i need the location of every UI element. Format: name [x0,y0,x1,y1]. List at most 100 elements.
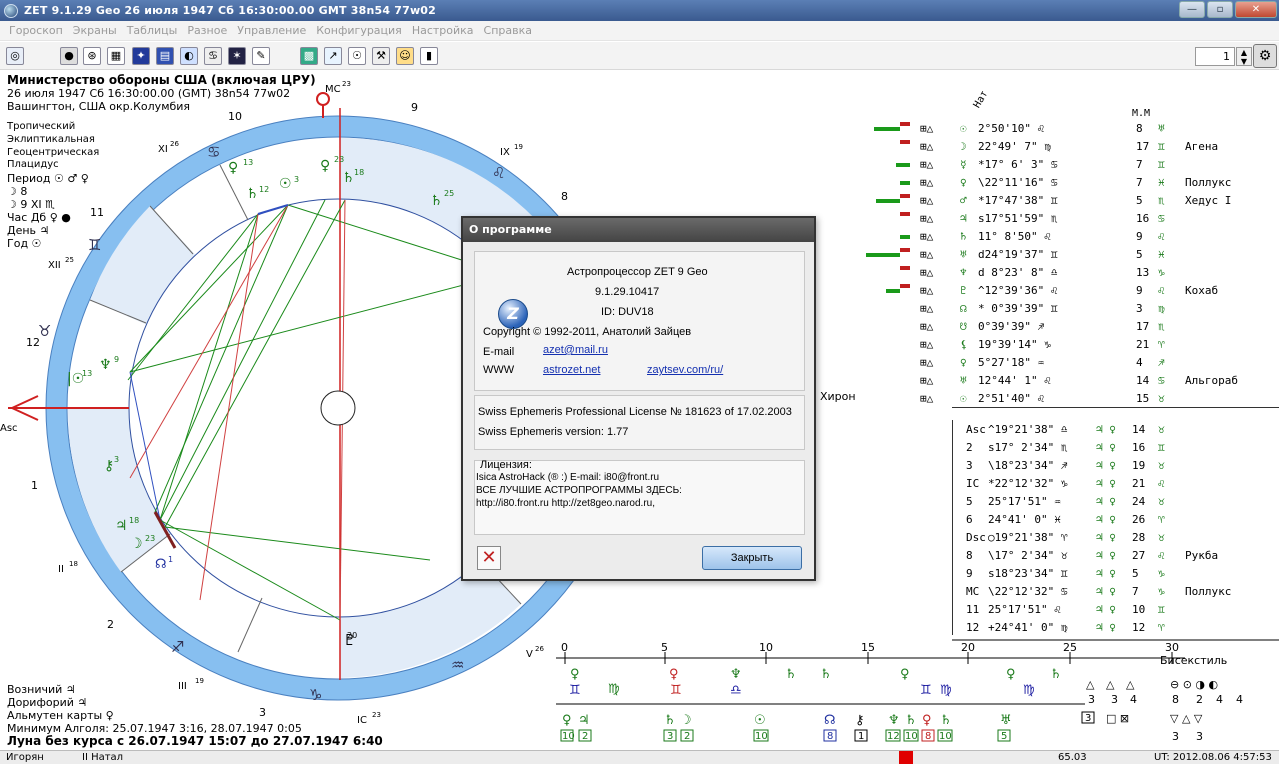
weakness-bar [900,266,910,270]
minimize-button[interactable]: — [1179,1,1205,18]
aspects-icon[interactable]: ✶ [228,47,246,65]
table-icon[interactable]: ▤ [156,47,174,65]
page-number-field[interactable]: 1 [1195,47,1235,66]
page-spinner[interactable]: ▲ ▼ [1236,47,1252,66]
svg-text:☊: ☊ [824,713,836,728]
planet-row[interactable]: ⊞△ ♇ ^12°39'36" ♌ 9 ♌ Кохаб [860,282,1279,300]
house-row[interactable]: MC \22°12'32" ♋ ♃ ♀ 7 ♑ Поллукс [860,583,1279,601]
tl-num-12: 5 [1001,731,1007,742]
email-link[interactable]: azet@mail.ru [543,344,608,356]
planet-row[interactable]: ⊞△ ♃ s17°51'59" ♏ 16 ♋ [860,210,1279,228]
tl-num-7: 1 [858,731,864,742]
strength-bar [876,199,900,203]
menu-misc[interactable]: Разное [182,24,232,37]
menu-screens[interactable]: Экраны [68,24,122,37]
svg-text:♀: ♀ [228,160,238,176]
transit-icon[interactable]: ◐ [180,47,198,65]
planet-row[interactable]: ⊞△ ☉ 2°51'40" ♌ 15 ♉ [860,390,1279,408]
planet-row[interactable]: ⊞△ ♄ 11° 8'50" ♌ 9 ♌ [860,228,1279,246]
menu-help[interactable]: Справка [479,24,537,37]
svg-text:XI: XI [158,144,168,155]
menu-configuration[interactable]: Конфигурация [311,24,407,37]
house-row[interactable]: 9 s18°23'34" ♊ ♃ ♀ 5 ♑ [860,565,1279,583]
house-row[interactable]: 2 s17° 2'34" ♏ ♃ ♀ 16 ♊ [860,439,1279,457]
chart2-icon[interactable]: ↗ [324,47,342,65]
planet-row[interactable]: ⊞△ ☋ 0°39'39" ♐ 17 ♏ [860,318,1279,336]
close-window-button[interactable]: ✕ [1235,1,1277,18]
weakness-bar [900,140,910,144]
planet-row[interactable]: ⊞△ ♀ 5°27'18" ♒ 4 ♐ [860,354,1279,372]
status-indicator [899,751,913,764]
cancel-x-icon[interactable]: ✕ [477,546,501,570]
website-link[interactable]: astrozet.net [543,364,600,376]
planet-row[interactable]: ⊞△ ♅ d24°19'37" ♊ 5 ♓ [860,246,1279,264]
house-rulers: ♃ ♀ [1096,477,1116,490]
house-row[interactable]: 8 \17° 2'34" ♉ ♃ ♀ 27 ♌ Рукба [860,547,1279,565]
svg-text:♀: ♀ [669,667,679,682]
planet-symbol: ♀ [960,176,967,189]
planet-row[interactable]: ⊞△ ♅ 12°44' 1" ♌ 14 ♋ Альгораб [860,372,1279,390]
planet-symbol: ♆ [960,266,967,279]
planet-row[interactable]: ⊞△ ☿ *17° 6' 3" ♋ 7 ♊ [860,156,1279,174]
house-mark: ♌ [1158,477,1165,490]
status-user: Игорян [6,752,44,763]
house-row[interactable]: 12 +24°41' 0" ♍ ♃ ♀ 12 ♈ [860,619,1279,637]
strength-bar [874,127,900,131]
status-chart: II Натал [82,752,124,763]
planet-row[interactable]: ⊞△ ⚸ 19°39'14" ♑ 21 ♈ [860,336,1279,354]
licensee-line: Isica AstroHack (® :) E-mail: i80@front.… [476,472,660,483]
house-label: 11 [966,603,980,616]
planet-row[interactable]: ⊞△ ♆ d 8°23' 8" ♎ 13 ♑ [860,264,1279,282]
aspect-timeline[interactable]: 0 5 10 15 20 25 30 Бисекстиль ♀♍♀ ♆ ♄ ♄ ♀ ♀… [555,638,1279,748]
planet-row[interactable]: ⊞△ ♀ \22°11'16" ♋ 7 ♓ Поллукс [860,174,1279,192]
license-panel: Swiss Ephemeris Professional License № 1… [474,395,805,450]
svg-text:♉: ♉ [38,322,51,340]
natal-header: Нат [971,88,991,111]
svg-text:♄: ♄ [342,170,355,186]
svg-text:♍: ♍ [608,682,620,697]
close-button[interactable]: Закрыть [702,546,802,570]
grid-icon[interactable]: ▦ [107,47,125,65]
house-row[interactable]: 5 25°17'51" ♒ ♃ ♀ 24 ♉ [860,493,1279,511]
tools-icon[interactable]: ⚒ [372,47,390,65]
house-row[interactable]: Dsc ○19°21'38" ♈ ♃ ♀ 28 ♉ [860,529,1279,547]
house-rulers: ♃ ♀ [1096,585,1116,598]
aspect-marks: ⊞△ [920,194,934,207]
menu-horoscope[interactable]: Гороскоп [4,24,68,37]
aspect-grid-icon[interactable]: ▩ [300,47,318,65]
svg-text:♅: ♅ [1000,713,1012,728]
tl-num-13: 3 [1085,713,1091,724]
settings-gear-icon[interactable]: ⚙ [1253,44,1277,68]
planet-mark: ♍ [1158,302,1165,315]
planet-row[interactable]: ⊞△ ☊ * 0°39'39" ♊ 3 ♍ [860,300,1279,318]
tl-r9: 3 [1196,730,1203,743]
house-row[interactable]: 3 \18°23'34" ♐ ♃ ♀ 19 ♉ [860,457,1279,475]
planet-position: 2°51'40" ♌ [978,392,1045,405]
planet-symbol: ♇ [960,284,967,297]
house-row[interactable]: 6 24°41' 0" ♓ ♃ ♀ 26 ♈ [860,511,1279,529]
planet-row[interactable]: ⊞△ ♂ *17°47'38" ♊ 5 ♏ Хедус I [860,192,1279,210]
globe-icon[interactable]: ● [60,47,78,65]
house-row[interactable]: Asc ^19°21'38" ♎ ♃ ♀ 14 ♉ [860,421,1279,439]
maximize-button[interactable]: ▫ [1207,1,1233,18]
house-row[interactable]: IC *22°12'32" ♑ ♃ ♀ 21 ♌ [860,475,1279,493]
menu-tables[interactable]: Таблицы [122,24,183,37]
website-link-2[interactable]: zaytsev.com/ru/ [647,364,723,376]
svg-text:♀: ♀ [1006,667,1016,682]
wheel-icon[interactable]: ⊛ [83,47,101,65]
planet-row[interactable]: ⊞△ ☽ 22°49' 7" ♍ 17 ♊ Агена [860,138,1279,156]
stars-icon[interactable]: ✦ [132,47,150,65]
app-icon[interactable] [4,3,18,18]
edit-icon[interactable]: ✎ [252,47,270,65]
symbols-icon[interactable]: ♋ [204,47,222,65]
menu-settings[interactable]: Настройка [407,24,479,37]
person-icon[interactable]: ☺ [396,47,414,65]
sun-icon[interactable]: ☉ [348,47,366,65]
svg-text:♄: ♄ [1050,667,1062,682]
chart-icon[interactable]: ◎ [6,47,24,65]
planet-row[interactable]: ⊞△ ☉ 2°50'10" ♌ 8 ♅ [860,120,1279,138]
charioteer-row: Возничий ♃ [7,683,76,696]
house-row[interactable]: 11 25°17'51" ♌ ♃ ♀ 10 ♊ [860,601,1279,619]
menu-control[interactable]: Управление [232,24,311,37]
stats-icon[interactable]: ▮ [420,47,438,65]
